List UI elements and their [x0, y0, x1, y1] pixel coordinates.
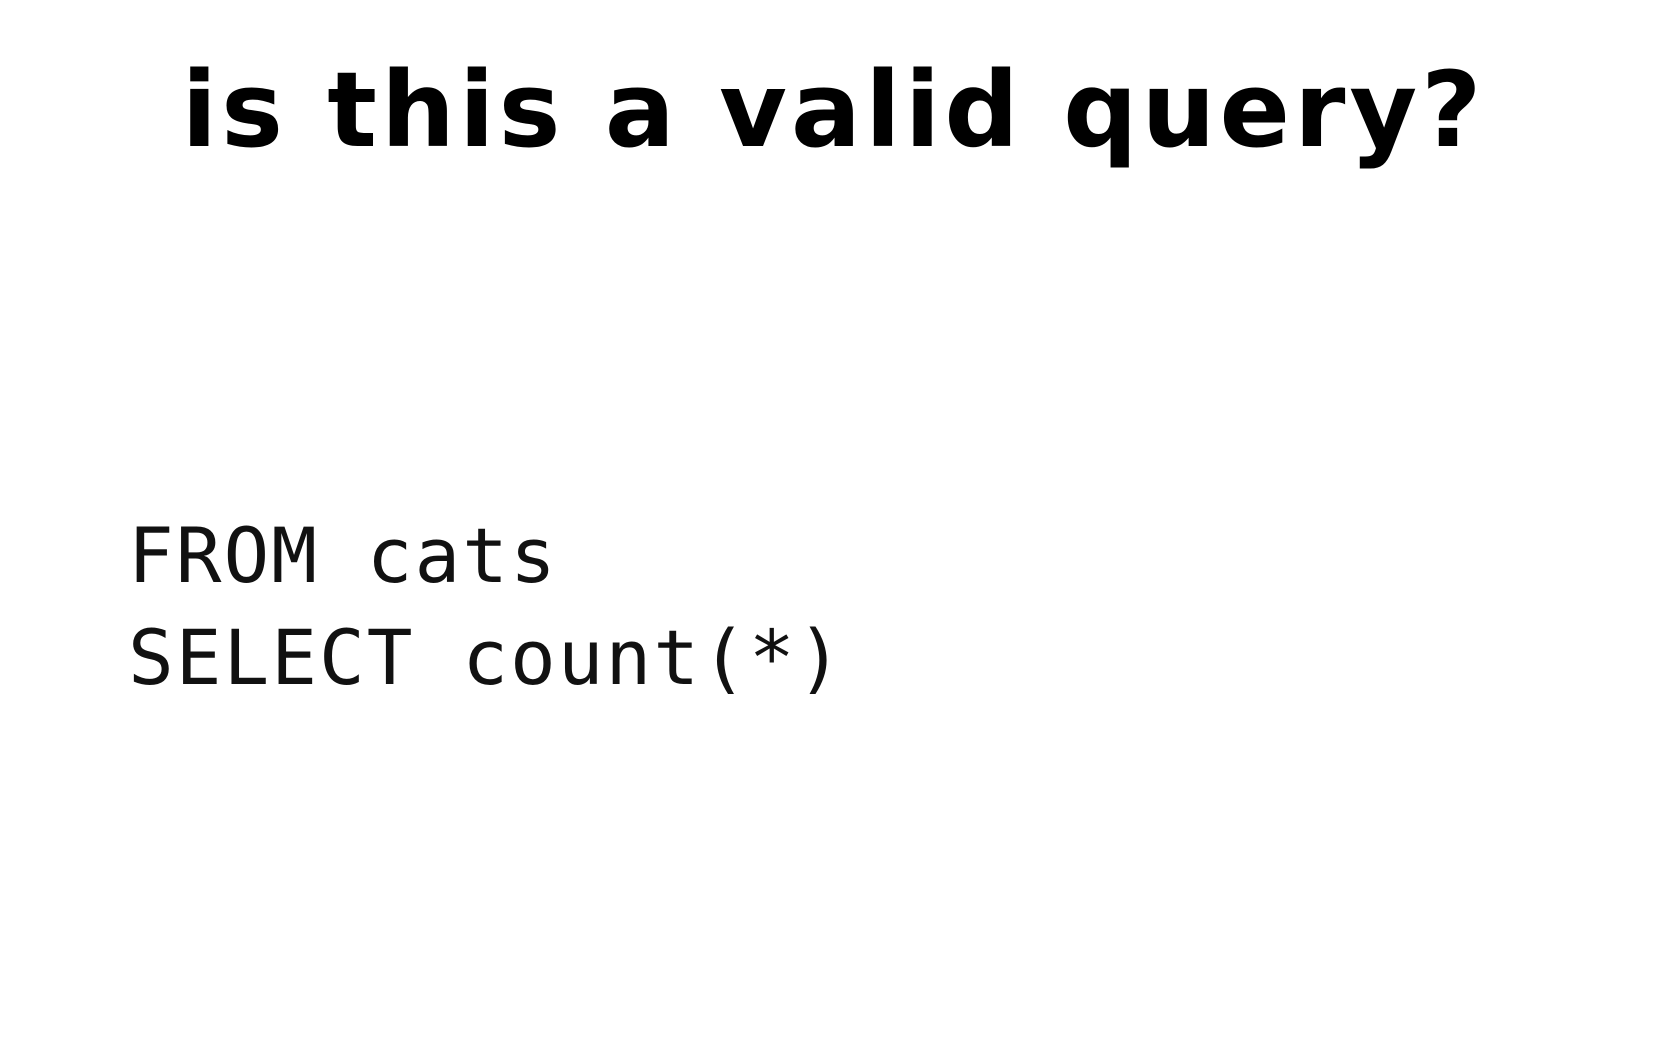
code-block: FROM cats SELECT count(*): [128, 505, 844, 709]
slide-title: is this a valid query?: [181, 49, 1486, 171]
slide: is this a valid query? FROM cats SELECT c…: [0, 0, 1667, 1042]
code-line-from: FROM cats: [128, 511, 558, 600]
code-line-select: SELECT count(*): [128, 613, 845, 702]
